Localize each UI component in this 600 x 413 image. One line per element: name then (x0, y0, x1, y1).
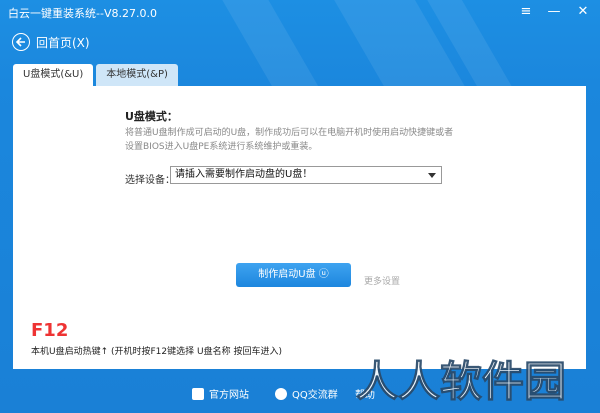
app-title: 白云一键重装系统--V8.27.0.0 (8, 7, 157, 20)
chevron-down-icon (428, 173, 436, 178)
usb-mode-panel: U盘模式： 将普通U盘制作成可启动的U盘，制作成功后可以在电脑开机时使用启动快捷… (13, 86, 586, 369)
tab-local-mode[interactable]: 本地模式(&P) (96, 64, 178, 86)
app-window: 白云一键重装系统--V8.27.0.0 ≡ — ✕ 回首页(X) U盘模式(&U… (0, 0, 600, 413)
close-icon[interactable]: ✕ (574, 4, 592, 20)
device-select-value: 请插入需要制作启动盘的U盘！ (175, 169, 313, 180)
qq-icon (275, 387, 287, 400)
titlebar: 白云一键重装系统--V8.27.0.0 ≡ — ✕ (0, 0, 600, 26)
home-icon (192, 387, 204, 400)
device-label: 选择设备： (125, 175, 175, 186)
minimize-icon[interactable]: — (545, 4, 563, 20)
svg-text:人人软件园: 人人软件园 (356, 357, 566, 406)
mode-title: U盘模式： (125, 110, 178, 123)
official-site-label: 官方网站 (209, 390, 249, 401)
qq-group-label: QQ交流群 (292, 390, 338, 401)
mode-tabs: U盘模式(&U) 本地模式(&P) (13, 64, 181, 86)
back-home-button[interactable]: 回首页(X) (12, 32, 90, 52)
hotkey-value: F12 (31, 320, 69, 341)
mode-description: 将普通U盘制作成可启动的U盘，制作成功后可以在电脑开机时使用启动快捷键或者设置B… (125, 128, 454, 152)
make-boot-usb-button[interactable]: 制作启动U盘 ⓤ (236, 263, 351, 287)
more-settings-link[interactable]: 更多设置 (364, 274, 400, 287)
device-select[interactable]: 请插入需要制作启动盘的U盘！ (170, 166, 442, 184)
official-site-link[interactable]: 官方网站 (192, 386, 249, 401)
back-home-label: 回首页(X) (36, 35, 90, 50)
menu-icon[interactable]: ≡ (517, 4, 535, 20)
hotkey-note: 本机U盘启动热键↑ (开机时按F12键选择 U盘名称 按回车进入) (31, 347, 282, 357)
watermark-logo: 人人软件园 (356, 357, 567, 407)
qq-group-link[interactable]: QQ交流群 (275, 386, 338, 401)
tab-usb-mode[interactable]: U盘模式(&U) (13, 64, 94, 86)
back-arrow-icon (12, 33, 30, 51)
